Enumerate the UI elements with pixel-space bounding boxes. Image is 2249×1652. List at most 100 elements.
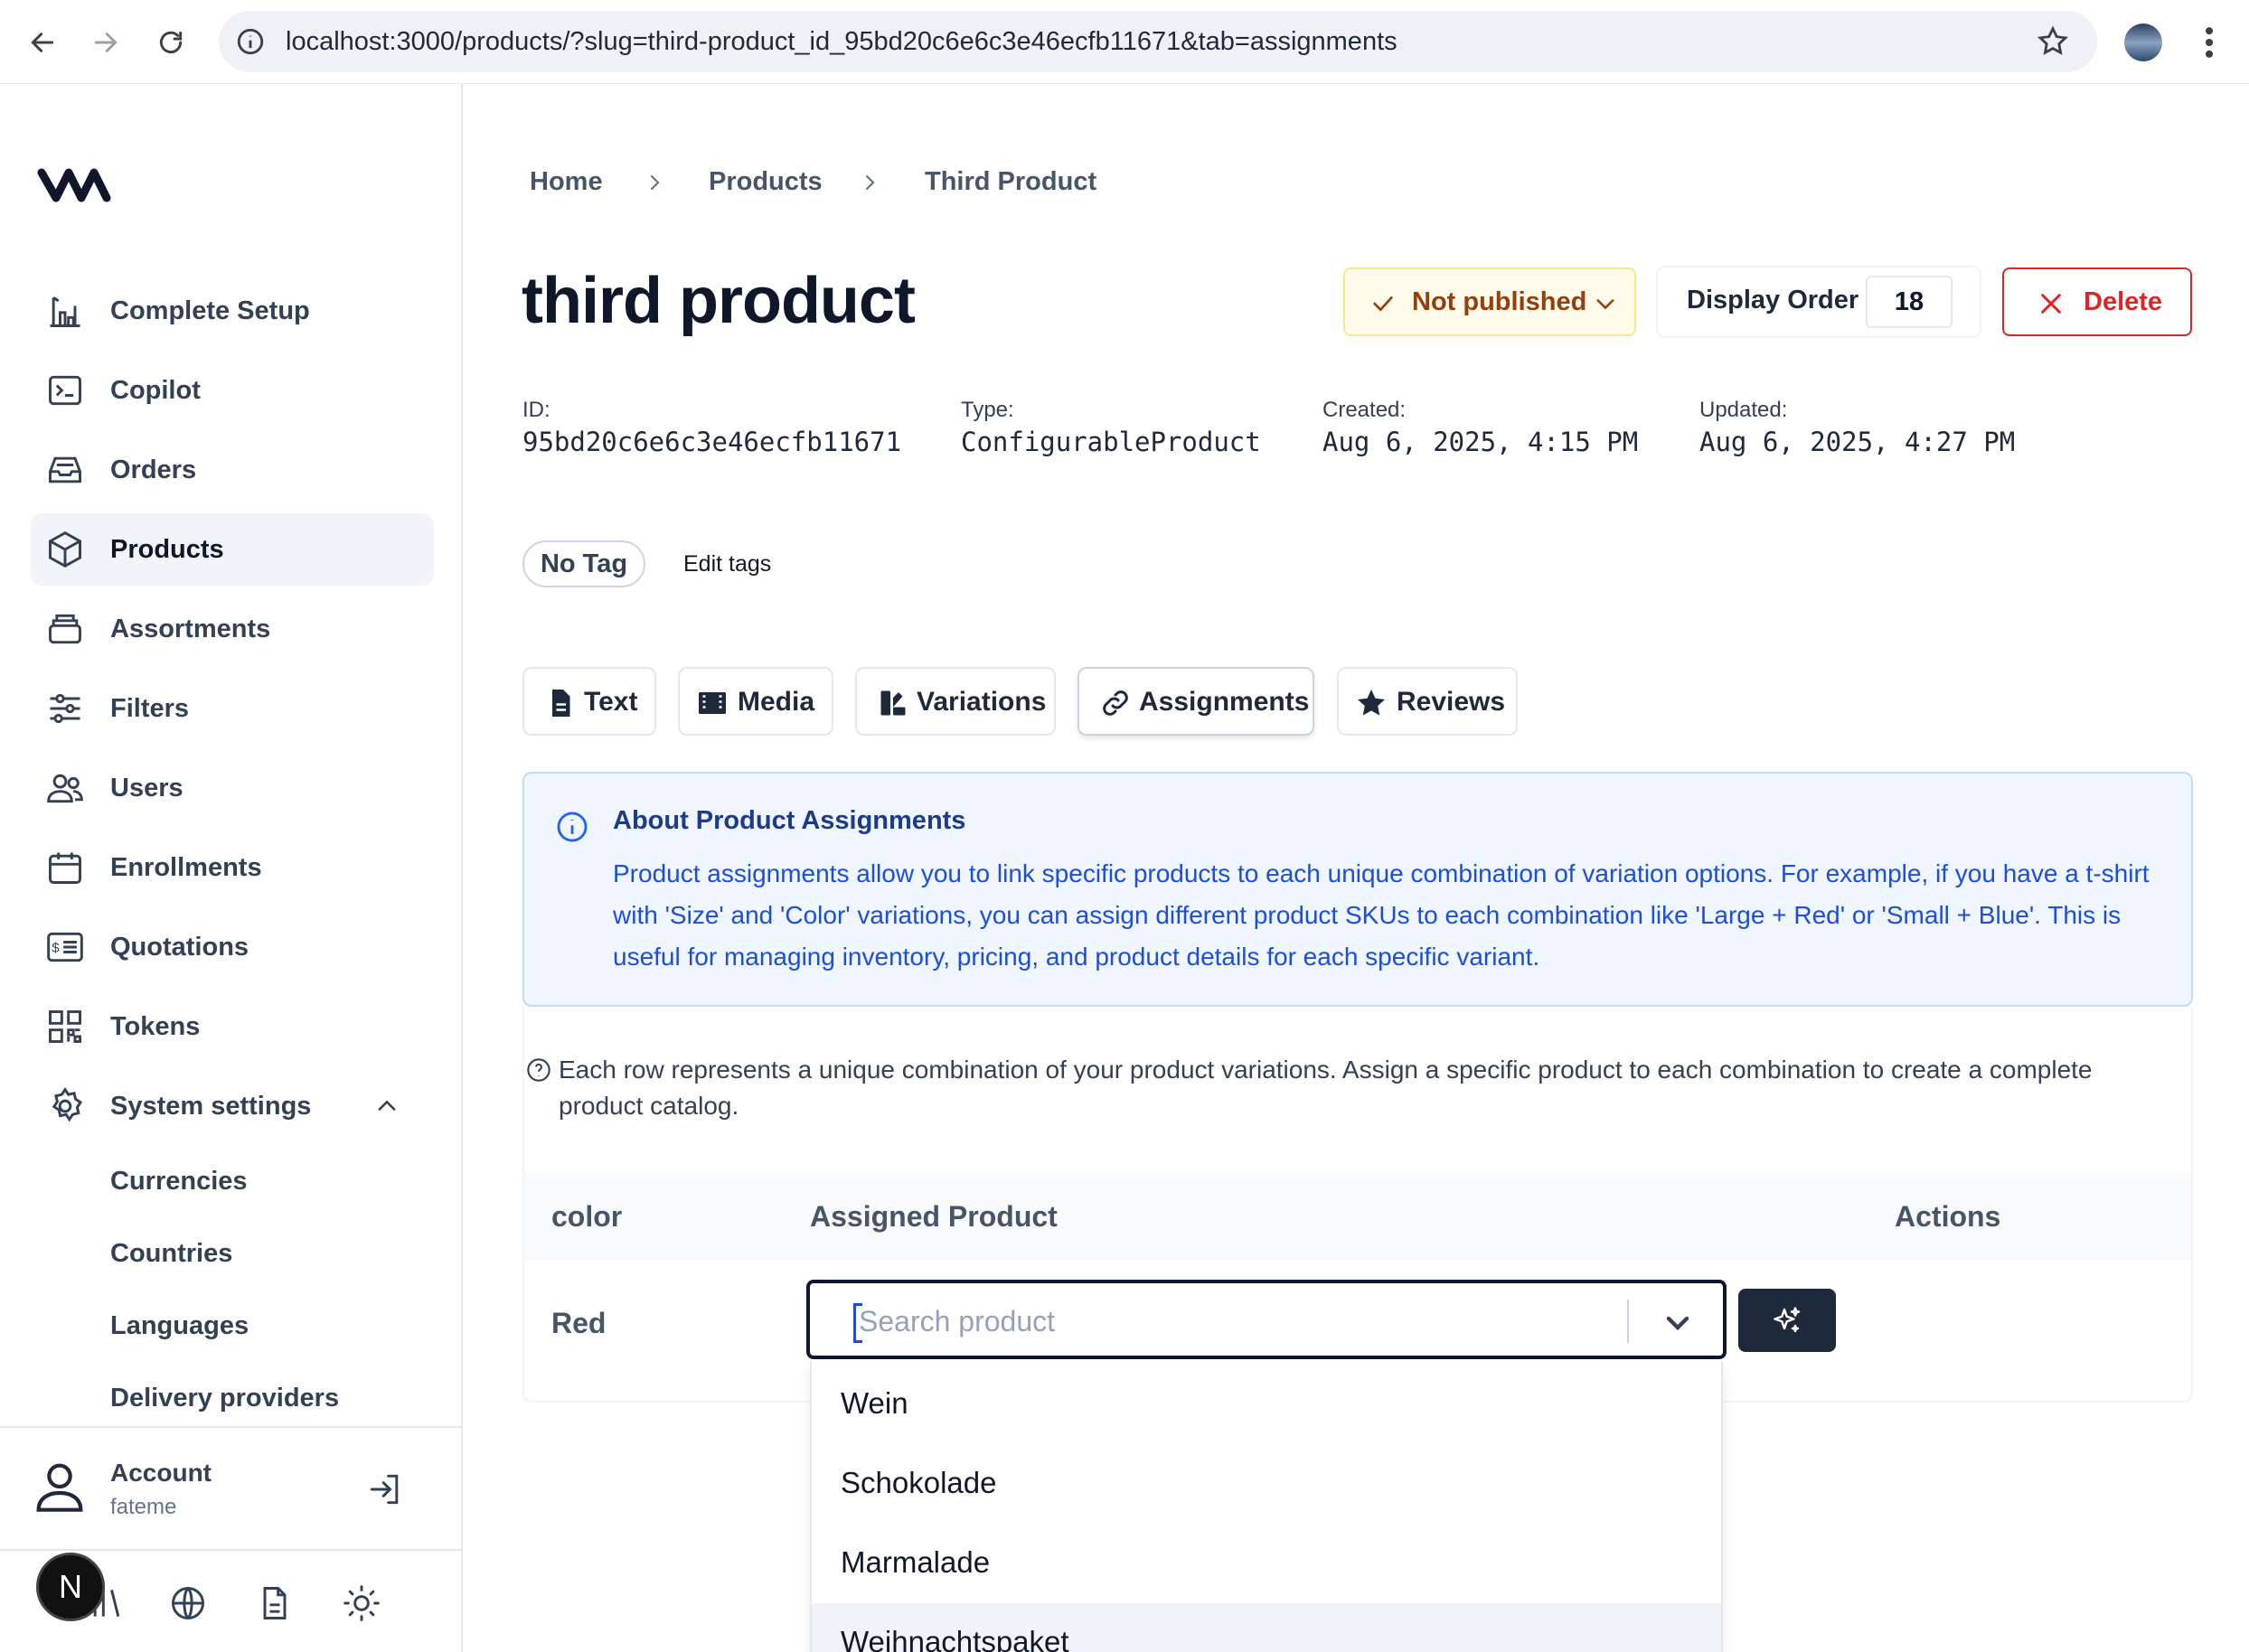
profile-avatar[interactable]: [2124, 23, 2162, 61]
arrow-left-icon: [31, 33, 54, 52]
qr-icon: [49, 1010, 81, 1043]
film-icon: [699, 692, 726, 714]
account-label[interactable]: Account: [110, 1459, 212, 1488]
sparkles-icon: [1774, 1307, 1801, 1333]
swatch-icon: [880, 690, 906, 716]
sidebar-subitem-languages[interactable]: Languages: [110, 1311, 249, 1341]
meta-id-value: 95bd20c6e6c3e46ecfb11671: [522, 427, 902, 457]
tab-label: Variations: [917, 687, 1047, 717]
bookmark-star-icon[interactable]: [2036, 24, 2070, 59]
account-username: fateme: [110, 1495, 177, 1519]
sidebar-item-label: System settings: [110, 1091, 312, 1121]
chevron-right-icon: [865, 174, 875, 191]
option-label: Wein: [841, 1386, 908, 1420]
sidebar-item-quotations[interactable]: $ Quotations: [31, 911, 434, 983]
chart-setup-icon: [50, 296, 80, 327]
stack-icon: [49, 614, 81, 644]
option-item[interactable]: Weihnachtspaket: [812, 1603, 1721, 1652]
sidebar-item-system-settings[interactable]: System settings: [31, 1070, 434, 1142]
receipt-icon: $: [47, 932, 83, 962]
logout-icon[interactable]: [365, 1469, 405, 1509]
cube-icon: [49, 530, 81, 568]
reload-button[interactable]: [148, 20, 193, 65]
back-button[interactable]: [20, 20, 65, 65]
dev-badge[interactable]: N: [36, 1553, 105, 1621]
sidebar-item-label: Orders: [110, 455, 197, 484]
sidebar-item-copilot[interactable]: Copilot: [31, 354, 434, 427]
display-order-input[interactable]: 18: [1866, 276, 1953, 328]
forward-button[interactable]: [83, 20, 128, 65]
column-header-actions: Actions: [1895, 1200, 2001, 1233]
address-bar[interactable]: localhost:3000/products/?slug=third-prod…: [219, 11, 2097, 72]
auto-assign-button[interactable]: [1738, 1289, 1836, 1352]
gear-icon: [52, 1087, 83, 1122]
sidebar-footer-divider: [0, 1549, 463, 1551]
option-label: Weihnachtspaket: [841, 1625, 1069, 1652]
sidebar-item-label: Users: [110, 773, 183, 803]
sidebar-item-tokens[interactable]: Tokens: [31, 990, 434, 1063]
meta-created-label: Created:: [1322, 398, 1407, 422]
browser-toolbar: localhost:3000/products/?slug=third-prod…: [0, 0, 2249, 84]
tab-label: Reviews: [1397, 687, 1506, 717]
star-icon: [1358, 690, 1385, 716]
globe-icon[interactable]: [168, 1583, 208, 1623]
delete-button[interactable]: Delete: [2002, 268, 2192, 336]
arrow-right-icon: [94, 33, 118, 52]
sidebar-item-enrollments[interactable]: Enrollments: [31, 831, 434, 904]
sidebar-item-label: Copilot: [110, 375, 201, 405]
sidebar-subitem-countries[interactable]: Countries: [110, 1239, 232, 1269]
delete-label: Delete: [2084, 287, 2163, 316]
sidebar-item-orders[interactable]: Orders: [31, 434, 434, 506]
column-header-color: color: [551, 1200, 623, 1233]
sidebar-item-filters[interactable]: Filters: [31, 672, 434, 745]
breadcrumb-home[interactable]: Home: [530, 167, 603, 197]
site-info-icon[interactable]: [235, 26, 266, 57]
svg-text:$: $: [52, 942, 59, 956]
page-title: third product: [522, 265, 916, 337]
edit-tags-button[interactable]: Edit tags: [683, 551, 771, 577]
tab-reviews[interactable]: Reviews: [1337, 667, 1518, 736]
info-icon: [557, 812, 588, 842]
chevron-up-icon[interactable]: [372, 1094, 401, 1119]
display-order-label: Display Order: [1687, 286, 1859, 314]
sun-icon[interactable]: [342, 1583, 381, 1623]
sidebar-item-products[interactable]: Products: [31, 513, 434, 586]
tab-media[interactable]: Media: [678, 667, 833, 736]
tab-variations[interactable]: Variations: [855, 667, 1056, 736]
sidebar-item-users[interactable]: Users: [31, 752, 434, 824]
document-icon: [552, 690, 570, 717]
product-search-combobox[interactable]: Search product: [806, 1280, 1727, 1359]
search-input[interactable]: Search product: [859, 1305, 1055, 1338]
sidebar-subitem-currencies[interactable]: Currencies: [110, 1167, 248, 1197]
option-item[interactable]: Wein: [812, 1365, 1721, 1444]
product-options-list: Wein Schokolade Marmalade Weihnachtspake…: [810, 1361, 1723, 1652]
logo: [37, 168, 111, 202]
sidebar-item-label: Tokens: [110, 1011, 201, 1041]
option-label: Schokolade: [841, 1466, 997, 1499]
meta-updated-value: Aug 6, 2025, 4:27 PM: [1699, 427, 2016, 457]
reload-icon: [159, 31, 183, 53]
tab-label: Media: [738, 687, 815, 717]
option-item[interactable]: Schokolade: [812, 1444, 1721, 1524]
publish-status-label: Not published: [1412, 287, 1587, 316]
sidebar-item-label: Filters: [110, 693, 190, 723]
publish-status-dropdown[interactable]: Not published: [1343, 268, 1636, 336]
option-item[interactable]: Marmalade: [812, 1524, 1721, 1603]
url-text[interactable]: localhost:3000/products/?slug=third-prod…: [286, 27, 1397, 57]
link-icon: [1103, 690, 1128, 716]
breadcrumb-products[interactable]: Products: [709, 167, 823, 197]
chevron-down-icon[interactable]: [1660, 1305, 1696, 1341]
combobox-separator: [1627, 1300, 1629, 1343]
sidebar-subitem-delivery-providers[interactable]: Delivery providers: [110, 1384, 339, 1413]
meta-created-value: Aug 6, 2025, 4:15 PM: [1322, 427, 1639, 457]
document-icon[interactable]: [255, 1583, 295, 1623]
users-icon: [47, 774, 83, 803]
sidebar-item-label: Assortments: [110, 614, 271, 643]
user-icon: [36, 1463, 83, 1512]
more-vert-icon[interactable]: [2193, 23, 2225, 62]
terminal-icon: [49, 375, 81, 406]
sidebar-item-complete-setup[interactable]: Complete Setup: [31, 275, 434, 347]
tab-text[interactable]: Text: [522, 667, 656, 736]
tab-assignments[interactable]: Assignments: [1077, 667, 1314, 736]
sidebar-item-assortments[interactable]: Assortments: [31, 593, 434, 665]
